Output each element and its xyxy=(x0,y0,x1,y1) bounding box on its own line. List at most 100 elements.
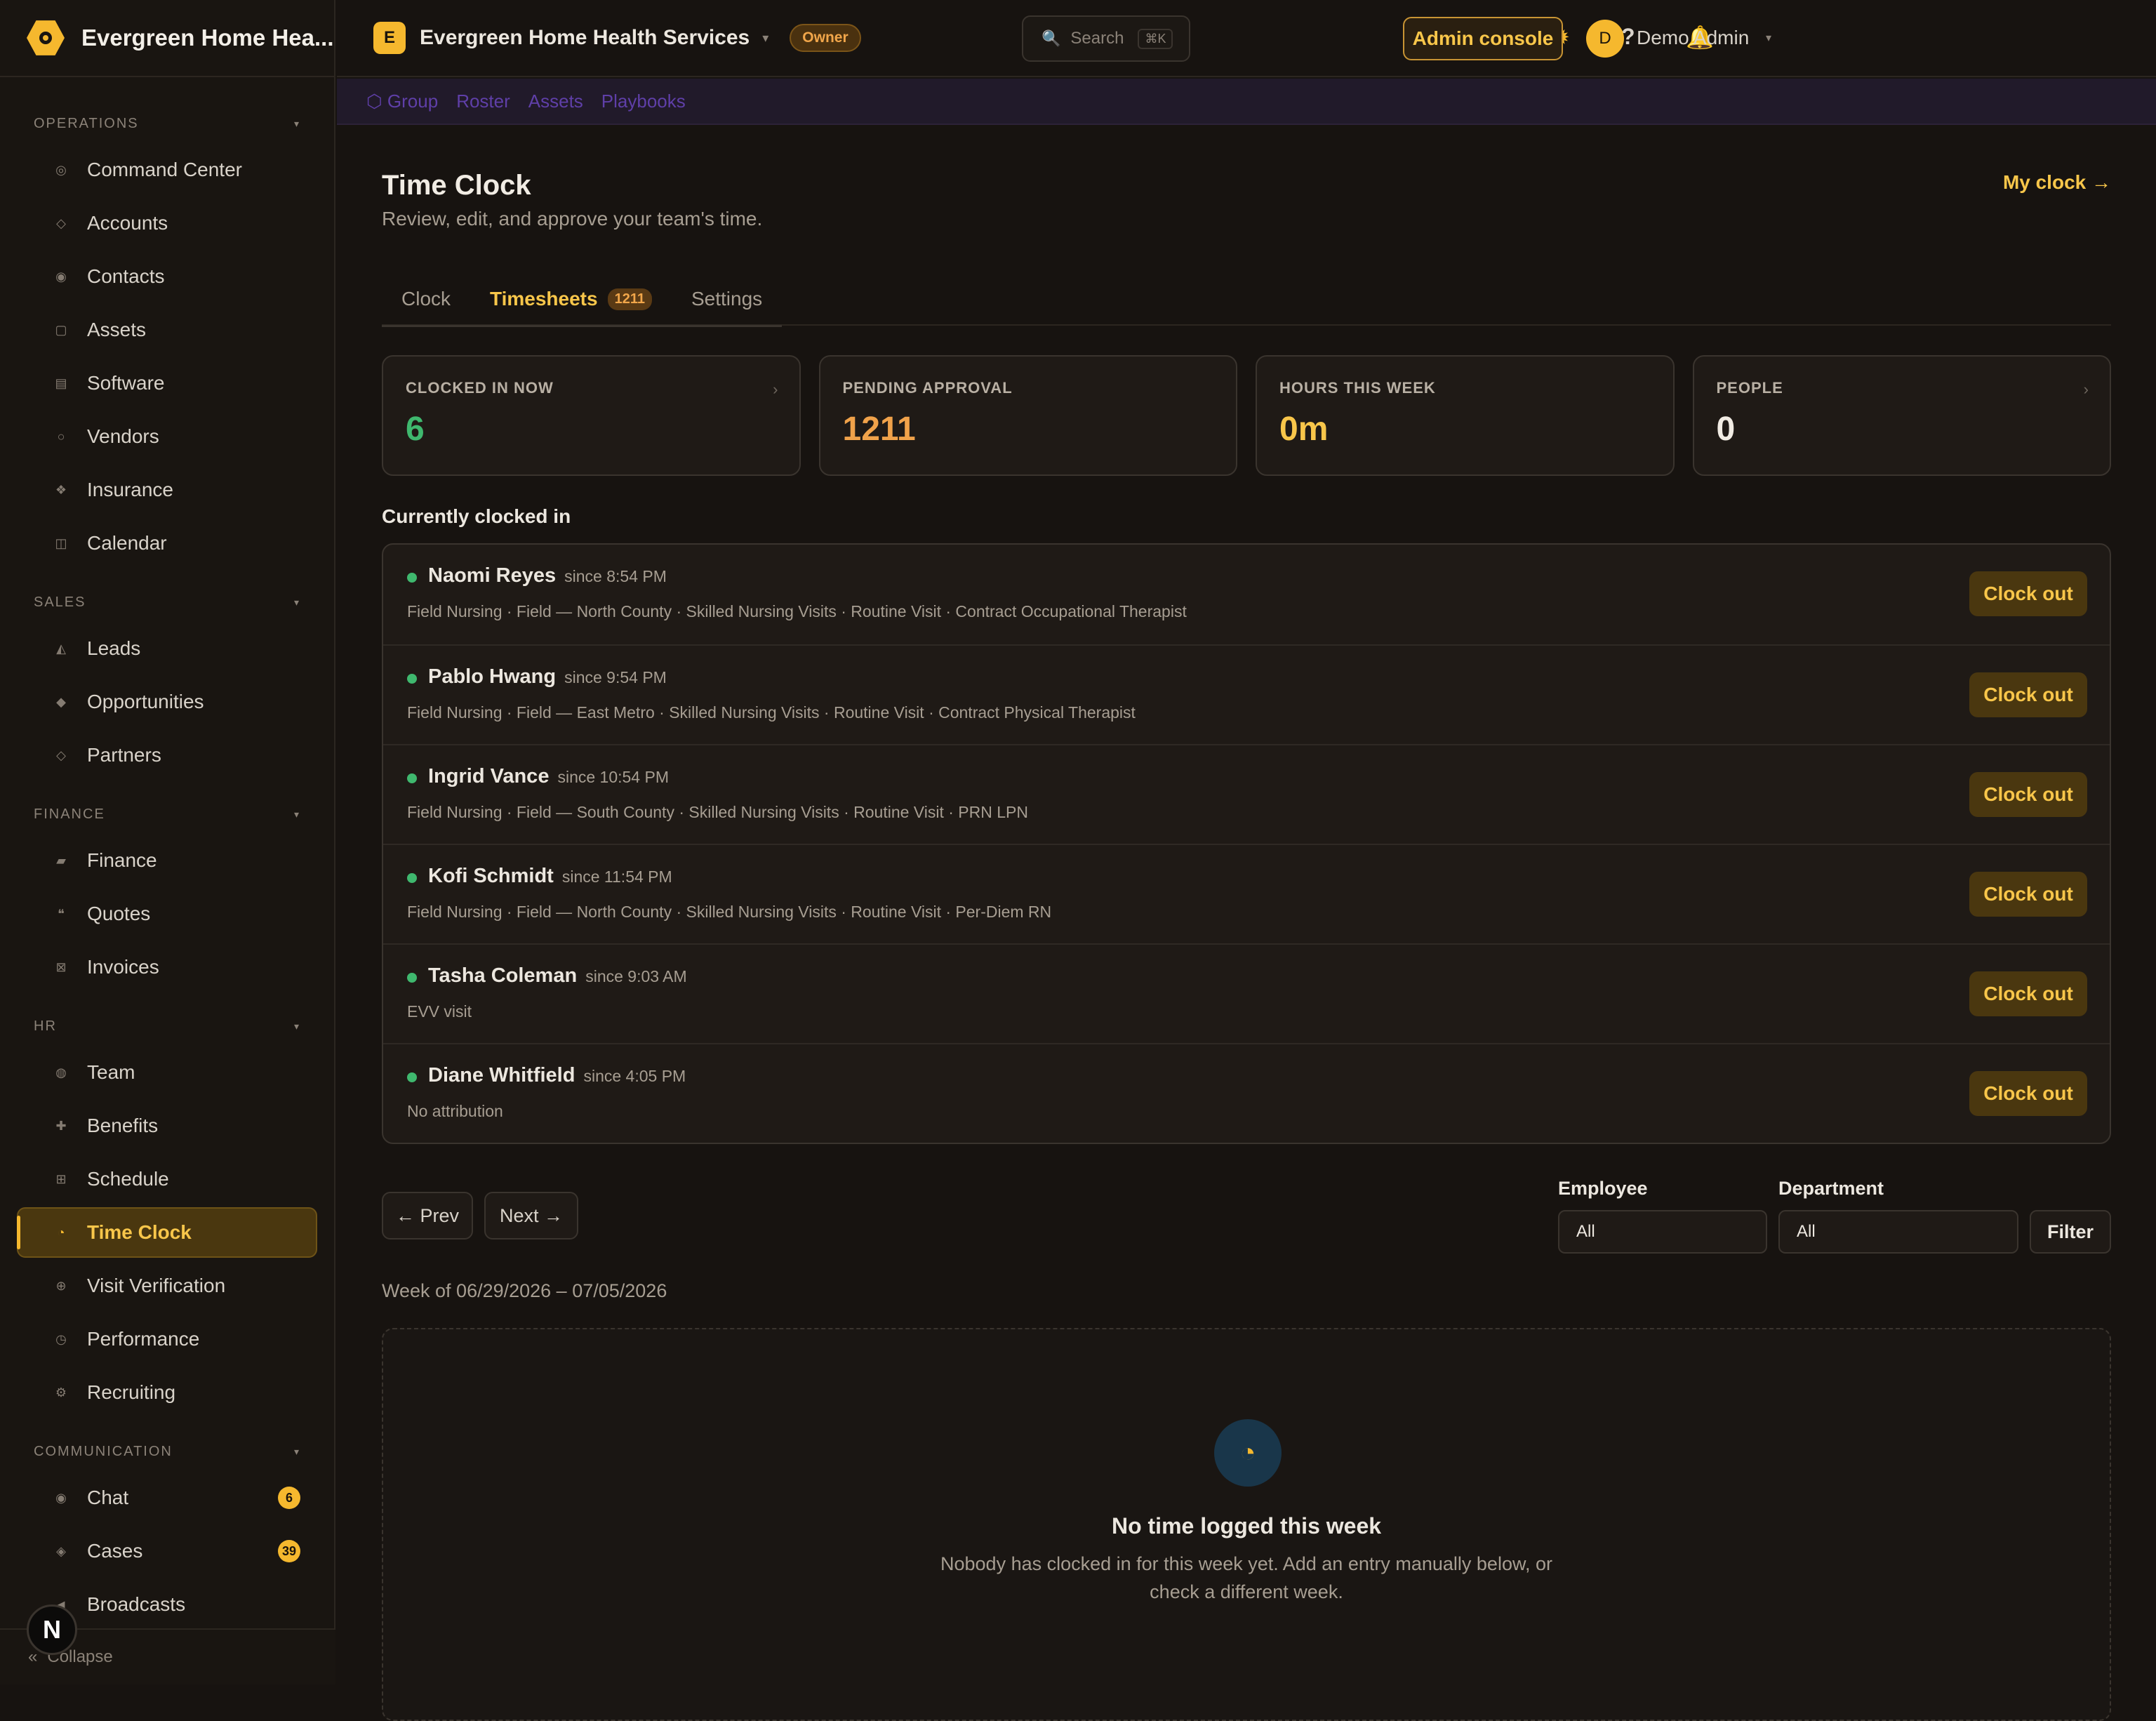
card-icon: ▰ xyxy=(56,853,66,868)
brand[interactable]: Evergreen Home Hea... xyxy=(0,0,334,77)
tab-settings[interactable]: Settings xyxy=(671,272,783,327)
status-dot xyxy=(407,773,417,783)
sidebar-item-visit-verification[interactable]: ⊕ Visit Verification xyxy=(17,1261,317,1311)
tab-timesheets[interactable]: Timesheets 1211 xyxy=(470,272,672,327)
sidebar-item-command-center[interactable]: ◎ Command Center xyxy=(17,145,317,195)
subnav-item[interactable]: Assets xyxy=(528,91,583,112)
clock-out-button[interactable]: Clock out xyxy=(1969,971,2087,1016)
sidebar-item-quotes[interactable]: ❝ Quotes xyxy=(17,889,317,939)
sidebar-item-schedule[interactable]: ⊞ Schedule xyxy=(17,1154,317,1204)
clocked-in-list: Naomi Reyes since 8:54 PM Field Nursing · … xyxy=(382,543,2111,1144)
admin-console-button[interactable]: Admin console xyxy=(1403,17,1563,60)
clock-out-button[interactable]: Clock out xyxy=(1969,872,2087,917)
user-menu-chevron-icon[interactable]: ▾ xyxy=(1766,31,1771,45)
subnav-item[interactable]: ⬡ Group xyxy=(366,91,438,112)
employee-name[interactable]: Naomi Reyes since 8:54 PM xyxy=(428,564,667,587)
chevron-down-icon[interactable]: ▾ xyxy=(294,1021,300,1032)
since-time: since 10:54 PM xyxy=(557,768,669,786)
case-icon: ◈ xyxy=(56,1543,66,1558)
org-badge[interactable]: E xyxy=(373,22,406,54)
section-sales[interactable]: SALES ▾ xyxy=(0,584,334,620)
chevron-down-icon[interactable]: ▾ xyxy=(762,31,768,46)
chevron-down-icon[interactable]: ▾ xyxy=(294,118,300,130)
week-label: Week of 06/29/2026 – 07/05/2026 xyxy=(382,1280,667,1301)
clock-out-button[interactable]: Clock out xyxy=(1969,571,2087,616)
sidebar-item-finance[interactable]: ▰ Finance xyxy=(17,835,317,886)
employee-select[interactable]: All xyxy=(1558,1210,1767,1254)
org-switcher[interactable]: Evergreen Home Health Services xyxy=(420,26,750,50)
grid-icon: ⊞ xyxy=(55,1171,67,1186)
chat-icon: ◉ xyxy=(55,1490,67,1505)
subnav-item[interactable]: Roster xyxy=(456,91,510,112)
sidebar-item-calendar[interactable]: ◫ Calendar xyxy=(17,518,317,569)
search-button[interactable]: 🔍 Search ⌘K xyxy=(1022,15,1190,62)
section-finance[interactable]: FINANCE ▾ xyxy=(0,796,334,832)
avatar[interactable]: D xyxy=(1586,20,1624,58)
sidebar-item-team[interactable]: ◍ Team xyxy=(17,1047,317,1098)
sidebar-item-accounts[interactable]: ◇ Accounts xyxy=(17,198,317,248)
sidebar-item-recruiting[interactable]: ⚙ Recruiting xyxy=(17,1367,317,1418)
clock-out-button[interactable]: Clock out xyxy=(1969,772,2087,817)
empty-text: Nobody has clocked in for this week yet.… xyxy=(940,1553,1552,1602)
since-time: since 11:54 PM xyxy=(561,868,672,886)
sidebar-item-vendors[interactable]: ○ Vendors xyxy=(17,411,317,462)
user-name[interactable]: Demo Admin xyxy=(1637,27,1749,49)
chevron-down-icon[interactable]: ▾ xyxy=(294,1446,300,1458)
calendar-icon: ◫ xyxy=(55,536,67,550)
employee-name[interactable]: Pablo Hwang since 9:54 PM xyxy=(428,665,667,689)
next-button[interactable]: Next → xyxy=(484,1192,578,1240)
chevron-down-icon[interactable]: ▾ xyxy=(294,809,300,820)
employee-name[interactable]: Diane Whitfield since 4:05 PM xyxy=(428,1064,686,1087)
sidebar-item-label: Software xyxy=(87,372,165,394)
clocked-in-row: Pablo Hwang since 9:54 PM Field Nursing · … xyxy=(383,644,2110,744)
clock-out-button[interactable]: Clock out xyxy=(1969,672,2087,717)
employee-name[interactable]: Kofi Schmidt since 11:54 PM xyxy=(428,865,672,888)
tabs: Clock Timesheets 1211 Settings xyxy=(382,272,2111,327)
count-badge: 39 xyxy=(277,1540,300,1562)
sidebar-item-label: Benefits xyxy=(87,1115,159,1136)
sidebar-item-contacts[interactable]: ◉ Contacts xyxy=(17,251,317,302)
clocked-in-row: Naomi Reyes since 8:54 PM Field Nursing · … xyxy=(383,545,2110,644)
my-clock-link[interactable]: My clock → xyxy=(2003,171,2111,194)
employee-name-text: Kofi Schmidt xyxy=(428,865,554,887)
prev-button[interactable]: ← Prev xyxy=(382,1192,473,1240)
section-hr[interactable]: HR ▾ xyxy=(0,1008,334,1044)
sidebar-item-software[interactable]: ▤ Software xyxy=(17,358,317,408)
tab-clock[interactable]: Clock xyxy=(382,272,471,327)
department-select[interactable]: All xyxy=(1778,1210,2018,1254)
sidebar-item-leads[interactable]: ◭ Leads xyxy=(17,623,317,674)
sidebar-item-insurance[interactable]: ❖ Insurance xyxy=(17,465,317,515)
sidebar-item-opportunities[interactable]: ◆ Opportunities xyxy=(17,677,317,727)
sidebar-item-time-clock[interactable]: ◔ Time Clock xyxy=(17,1207,317,1258)
employee-name[interactable]: Ingrid Vance since 10:54 PM xyxy=(428,765,669,788)
clock-out-button[interactable]: Clock out xyxy=(1969,1071,2087,1116)
diamond-icon: ◇ xyxy=(56,215,66,230)
stat-card-clocked-in-now[interactable]: CLOCKED IN NOW 6 › xyxy=(382,355,801,476)
subnav-item[interactable]: Playbooks xyxy=(601,91,686,112)
sidebar-item-performance[interactable]: ◷ Performance xyxy=(17,1314,317,1364)
sidebar-item-chat[interactable]: ◉ Chat 6 xyxy=(17,1473,317,1523)
gauge-icon: ◷ xyxy=(55,1331,67,1346)
sidebar-item-assets[interactable]: ▢ Assets xyxy=(17,305,317,355)
sidebar-item-label: Recruiting xyxy=(87,1381,176,1403)
sidebar-item-label: Contacts xyxy=(87,265,165,287)
sidebar-item-label: Command Center xyxy=(87,159,242,180)
chevron-down-icon[interactable]: ▾ xyxy=(294,597,300,609)
circle-icon: ○ xyxy=(57,429,65,444)
filter-button[interactable]: Filter xyxy=(2030,1210,2111,1254)
sidebar-item-partners[interactable]: ◇ Partners xyxy=(17,730,317,780)
tab-label: Clock xyxy=(401,288,451,310)
section-communication[interactable]: COMMUNICATION ▾ xyxy=(0,1433,334,1470)
stat-card-people[interactable]: PEOPLE 0 › xyxy=(1692,355,2111,476)
brand-name: Evergreen Home Hea... xyxy=(81,25,334,51)
floating-badge[interactable]: N xyxy=(27,1604,77,1655)
section-operations[interactable]: OPERATIONS ▾ xyxy=(0,105,334,142)
sidebar-item-invoices[interactable]: ⊠ Invoices xyxy=(17,942,317,992)
employee-name[interactable]: Tasha Coleman since 9:03 AM xyxy=(428,964,687,988)
sidebar-item-cases[interactable]: ◈ Cases 39 xyxy=(17,1526,317,1576)
stat-label: PENDING APPROVAL xyxy=(842,379,1013,397)
sidebar-item-label: Opportunities xyxy=(87,691,204,712)
sidebar-item-benefits[interactable]: ✚ Benefits xyxy=(17,1101,317,1151)
clock-icon: ◔ xyxy=(1214,1419,1282,1487)
section-title: FINANCE xyxy=(34,806,105,822)
